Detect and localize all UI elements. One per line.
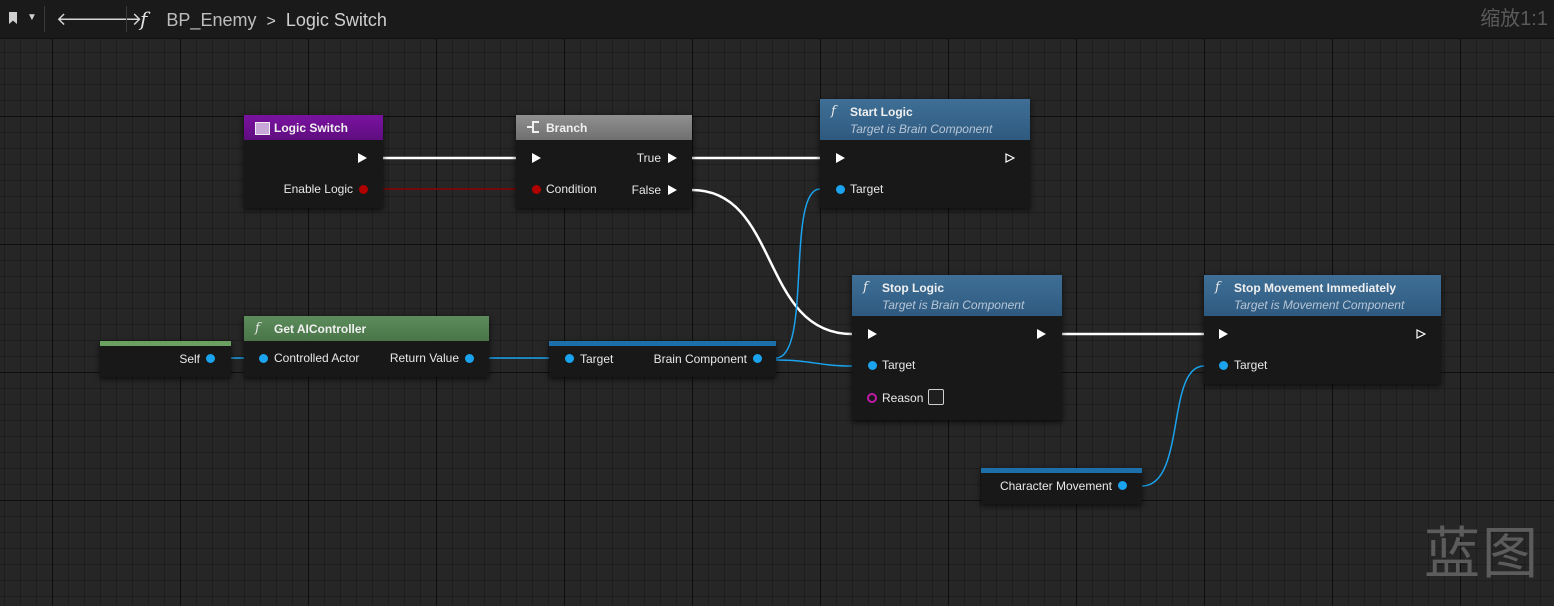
exec-in-pin[interactable] [868,329,877,339]
breadcrumb-function[interactable]: Logic Switch [286,10,387,30]
self-out-pin[interactable] [206,354,215,363]
exec-false-pin[interactable] [668,185,677,195]
branch-icon [527,121,539,133]
start-logic-node[interactable]: f Start Logic Target is Brain Component … [820,99,1030,208]
exec-in-pin[interactable] [836,153,845,163]
function-icon: f [863,280,868,295]
exec-out-pin[interactable] [1037,329,1046,339]
node-title: Logic Switch [274,121,349,135]
exec-true-pin[interactable] [668,153,677,163]
function-icon: f [1215,280,1220,295]
forward-arrow-icon[interactable]: 🡒 [94,0,142,38]
node-title: Stop Movement Immediately [1234,281,1397,295]
controlled-actor-pin[interactable] [259,354,268,363]
target-pin[interactable] [1219,361,1228,370]
exec-in-pin[interactable] [1219,329,1228,339]
function-icon: f [831,104,836,119]
node-header: f Get AIController [244,316,489,341]
pin-label-condition: Condition [546,182,597,196]
brain-component-out-pin[interactable] [753,354,762,363]
branch-node[interactable]: Branch Condition True False [516,115,692,208]
bookmark-icon[interactable] [9,12,17,24]
function-entry-icon [255,122,270,135]
pin-label-controlled-actor: Controlled Actor [274,351,360,365]
node-header: f Start Logic Target is Brain Component [820,99,1030,140]
function-entry-node[interactable]: Logic Switch Enable Logic [244,115,383,208]
object-wire-brain-to-stop [775,359,853,367]
exec-out-pin[interactable] [358,153,367,163]
pin-label-self: Self [179,352,200,366]
stop-logic-node[interactable]: f Stop Logic Target is Brain Component T… [852,275,1062,420]
chevron-down-icon[interactable]: ▼ [27,12,37,23]
node-title: Stop Logic [882,281,944,295]
pin-label-target: Target [1234,358,1268,372]
reason-checkbox[interactable] [928,389,944,405]
node-title: Branch [546,121,588,135]
pin-label-brain-component: Brain Component [653,352,747,366]
pin-label-true: True [636,151,661,165]
stop-movement-node[interactable]: f Stop Movement Immediately Target is Mo… [1204,275,1441,384]
toolbar-divider [126,6,127,32]
character-movement-out-pin[interactable] [1118,481,1127,490]
pin-label-false: False [631,183,661,197]
exec-out-pin[interactable] [1005,153,1015,163]
target-pin[interactable] [836,185,845,194]
node-header: f Stop Movement Immediately Target is Mo… [1204,275,1441,316]
exec-out-pin[interactable] [1416,329,1426,339]
reason-pin[interactable] [867,393,877,403]
function-icon: f [140,7,148,31]
node-header: f Stop Logic Target is Brain Component [852,275,1062,316]
bool-out-pin[interactable] [359,185,368,194]
node-color-bar [100,341,231,346]
brain-component-node[interactable]: Target Brain Component [549,341,776,377]
object-wire-movement [1141,365,1205,487]
pin-label-return-value: Return Value [389,351,459,365]
exec-wire-false-to-stop [691,188,853,336]
pin-label-target: Target [882,358,916,372]
pin-label-target: Target [580,352,614,366]
node-color-bar [549,341,776,346]
exec-in-pin[interactable] [532,153,541,163]
node-subtitle: Target is Brain Component [850,122,993,136]
target-pin[interactable] [565,354,574,363]
node-subtitle: Target is Brain Component [882,298,1025,312]
node-header: Logic Switch [244,115,383,140]
object-wire-brain-to-start [775,188,821,359]
target-pin[interactable] [868,361,877,370]
pin-label-enable-logic: Enable Logic [283,182,353,196]
function-icon: f [255,321,260,336]
graph-toolbar: ▼ 🡐 🡒 f BP_Enemy > Logic Switch 缩放1:1 [0,0,1554,39]
node-color-bar [981,468,1142,473]
pin-label-target: Target [850,182,884,196]
blueprint-watermark: 蓝图 [1424,522,1540,587]
return-value-pin[interactable] [465,354,474,363]
node-title: Get AIController [274,322,367,336]
self-node[interactable]: Self [100,341,231,377]
character-movement-node[interactable]: Character Movement [981,468,1142,504]
get-ai-controller-node[interactable]: f Get AIController Controlled Actor Retu… [244,316,489,377]
node-title: Start Logic [850,105,913,119]
pin-label-character-movement: Character Movement [999,479,1112,493]
condition-pin[interactable] [532,185,541,194]
breadcrumb-separator: > [266,13,276,30]
pin-label-reason: Reason [882,391,924,405]
node-subtitle: Target is Movement Component [1234,298,1405,312]
breadcrumb: f BP_Enemy > Logic Switch [140,0,387,38]
breadcrumb-blueprint[interactable]: BP_Enemy [166,10,256,30]
zoom-label: 缩放1:1 [1480,8,1548,30]
toolbar-divider [44,6,45,32]
node-header: Branch [516,115,692,140]
